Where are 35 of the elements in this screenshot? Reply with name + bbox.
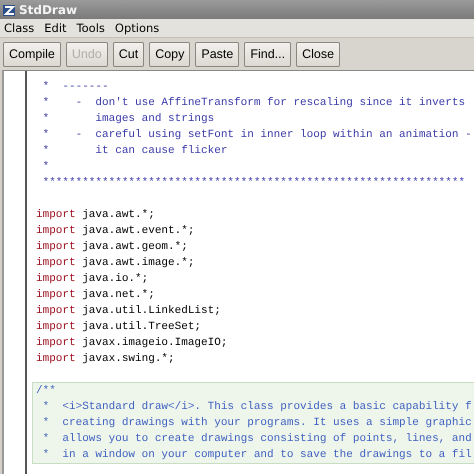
code-line: import javax.imageio.ImageIO; (36, 336, 228, 351)
comment-line: * (42, 160, 50, 175)
comment-line: * allows you to create drawings consisting of points, lines, and (42, 432, 473, 447)
app-icon (2, 2, 16, 16)
code-line: import java.util.TreeSet; (36, 320, 202, 335)
toolbar-button[interactable]: Paste (195, 42, 240, 66)
code-line: import javax.swing.*; (36, 352, 176, 367)
toolbar-button[interactable]: Close (296, 42, 340, 66)
toolbar-button[interactable]: Cut (112, 42, 144, 66)
comment-line: * creating drawings with your programs. It uses a simple graphic (42, 416, 473, 431)
comment-line: /** (36, 384, 57, 399)
menu-item[interactable]: Tools (72, 21, 111, 35)
comment-line: **************************************************************** (42, 176, 466, 191)
code-editor[interactable] (2, 70, 474, 474)
code-line: import java.util.LinkedList; (36, 304, 222, 319)
menu-item[interactable]: Edit (40, 21, 73, 35)
comment-line: * - don't use AffineTransform for rescaling since it inverts (42, 96, 466, 111)
code-line: import java.awt.geom.*; (36, 240, 189, 255)
comment-line: * - careful using setFont in inner loop within an animation - (42, 128, 473, 143)
comment-line: * images and strings (42, 112, 216, 127)
code-line: import java.awt.event.*; (36, 224, 196, 239)
code-line: import java.net.*; (36, 288, 156, 303)
code-line: import java.awt.image.*; (36, 256, 196, 271)
comment-line: * <i>Standard draw</i>. This class provides a basic capability f (42, 400, 473, 415)
toolbar-button[interactable]: Compile (3, 42, 61, 66)
comment-line: * in a window on your computer and to save the drawings to a fil (42, 448, 473, 463)
code-line: import java.awt.*; (36, 208, 156, 223)
toolbar-button[interactable]: Find... (244, 42, 292, 66)
menu-item[interactable]: Options (110, 21, 166, 35)
comment-line: * ------- (42, 80, 110, 95)
menu-item[interactable]: Class (0, 21, 40, 35)
toolbar-button[interactable]: Copy (149, 42, 190, 66)
comment-line: * it can cause flicker (42, 144, 228, 159)
window-title: StdDraw (19, 2, 78, 16)
code-line: import java.io.*; (36, 272, 150, 287)
